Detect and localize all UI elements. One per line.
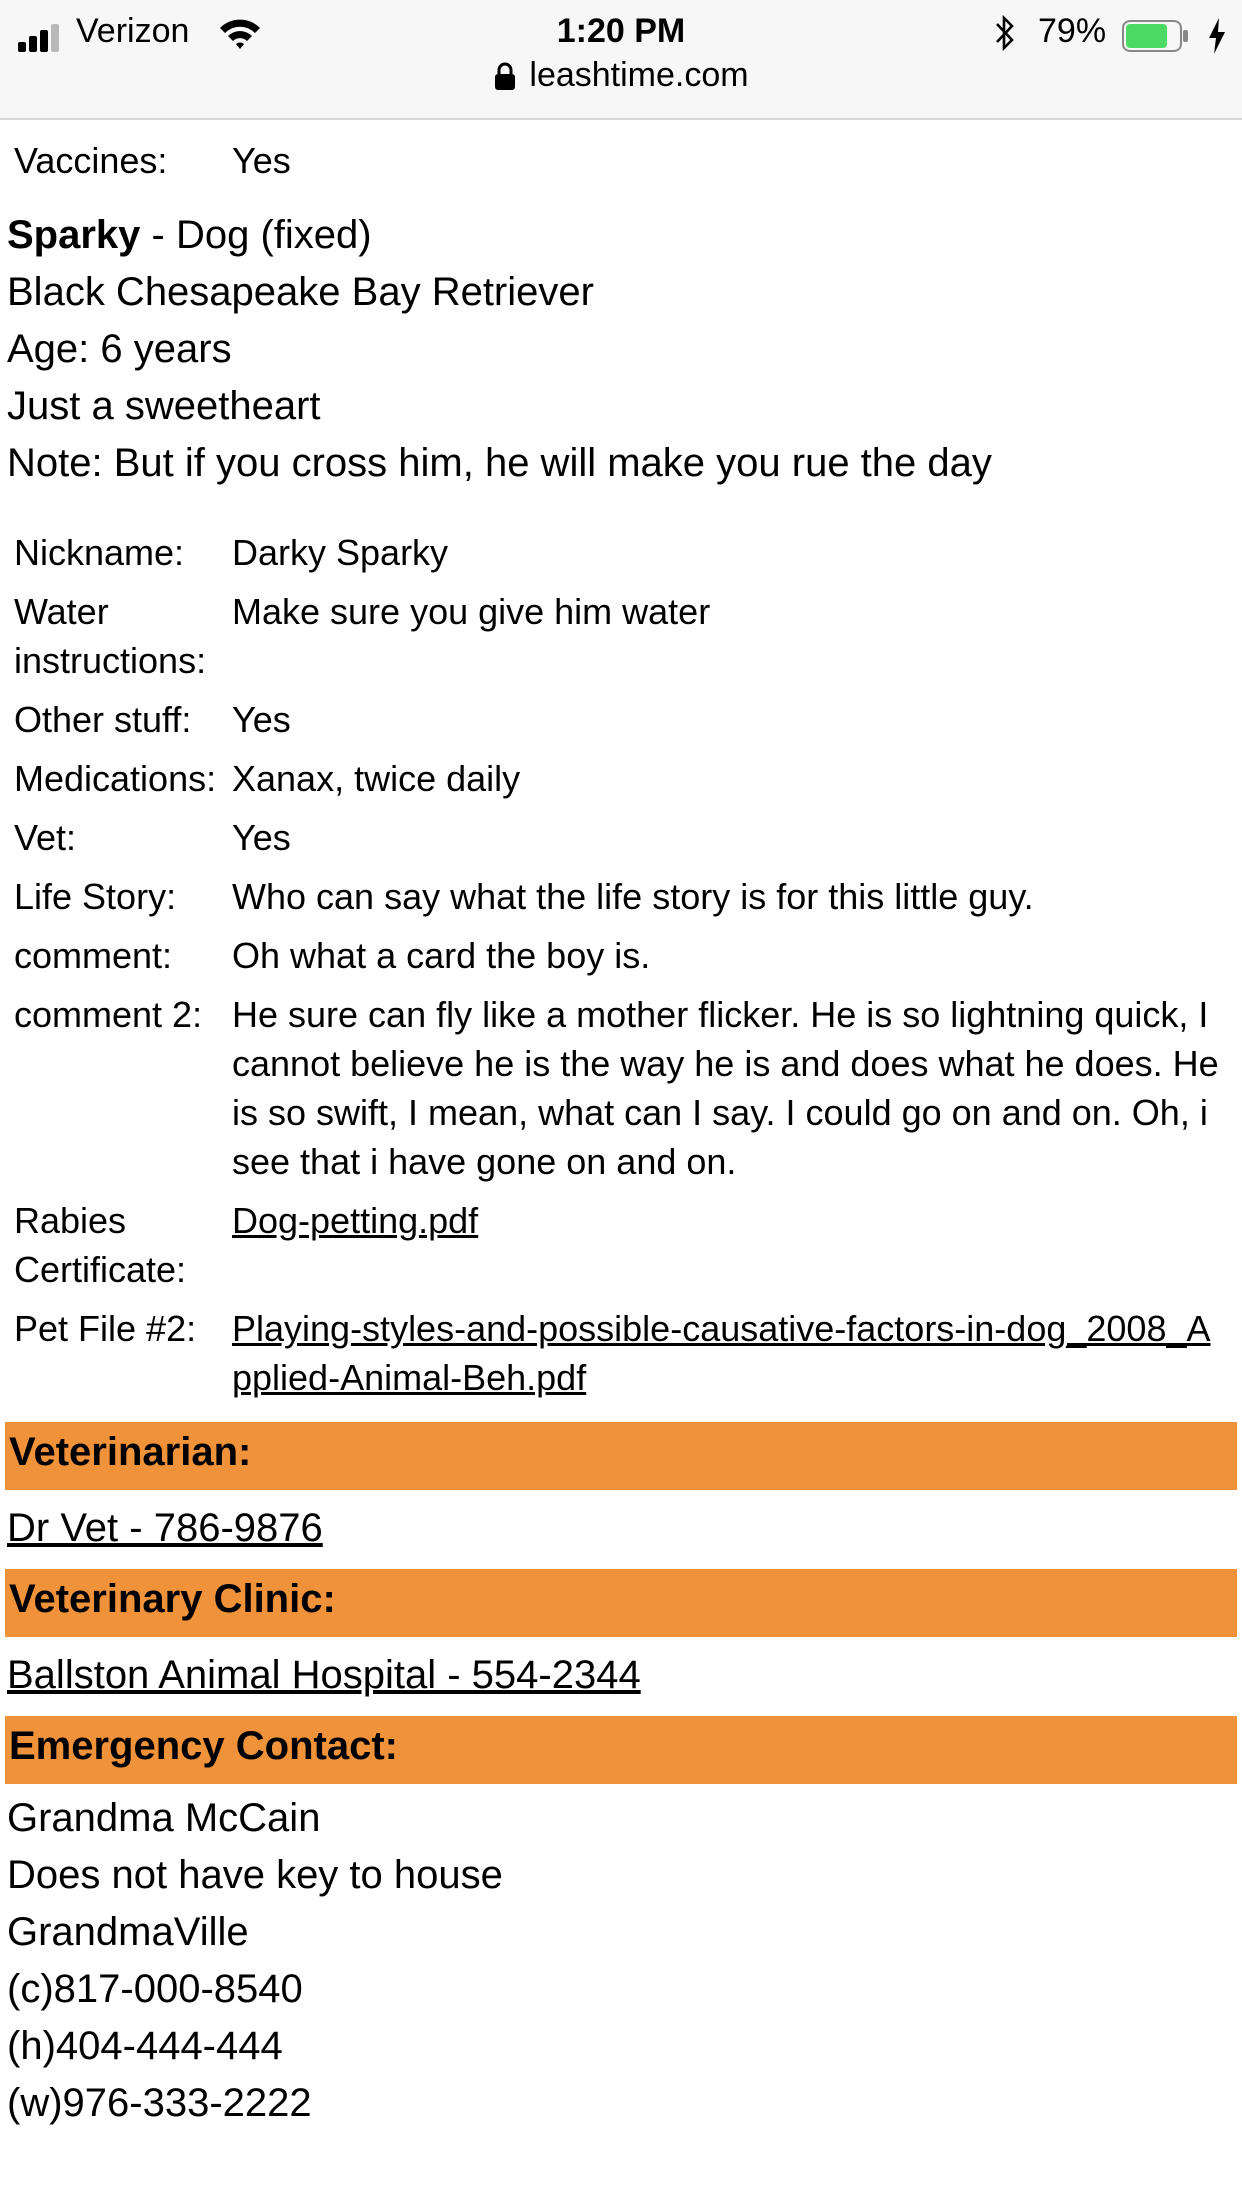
contact-name: Grandma McCain	[7, 1796, 321, 1840]
contact-phone-cell: (c)817-000-8540	[7, 1967, 303, 2011]
pet-name: Sparky	[7, 213, 141, 257]
veterinary-clinic-link[interactable]: Ballston Animal Hospital - 554-2344	[7, 1653, 641, 1697]
url-text[interactable]: leashtime.com	[529, 56, 748, 94]
veterinarian-link[interactable]: Dr Vet - 786-9876	[7, 1506, 323, 1550]
vaccines-value: Yes	[232, 140, 291, 181]
detail-value: Darky Sparky	[232, 532, 449, 573]
detail-value: Xanax, twice daily	[232, 758, 521, 799]
detail-label: Other stuff:	[14, 699, 192, 740]
detail-label: comment 2:	[14, 994, 203, 1035]
vaccines-row: Vaccines: Yes	[0, 136, 1242, 185]
pet-details-table: Nickname: Darky Sparky Water instruction…	[0, 528, 1242, 1402]
detail-value: Oh what a card the boy is.	[232, 935, 651, 976]
pet-summary: Sparky - Dog (fixed) Black Chesapeake Ba…	[0, 207, 1242, 492]
detail-label: Vet:	[14, 817, 77, 858]
pet-note: Note: But if you cross him, he will make…	[7, 441, 992, 485]
detail-label: Nickname:	[14, 532, 185, 573]
detail-label: comment:	[14, 935, 173, 976]
contact-note: Does not have key to house	[7, 1853, 503, 1897]
emergency-contact-details: Grandma McCain Does not have key to hous…	[0, 1790, 1242, 2132]
vaccines-label: Vaccines:	[14, 140, 168, 181]
contact-phone-work: (w)976-333-2222	[7, 2081, 312, 2125]
pet-description: Just a sweetheart	[7, 384, 321, 428]
emergency-contact-heading: Emergency Contact:	[5, 1716, 1237, 1784]
battery-icon	[1122, 20, 1188, 52]
detail-label: Pet File #2:	[14, 1308, 197, 1349]
detail-label: Rabies Certificate:	[14, 1200, 187, 1290]
contact-phone-home: (h)404-444-444	[7, 2024, 283, 2068]
browser-status-bar: Verizon 1:20 PM 79% leashtime.com	[0, 0, 1242, 120]
detail-value: Yes	[232, 817, 291, 858]
address-bar[interactable]: leashtime.com	[0, 56, 1242, 106]
detail-label: Life Story:	[14, 876, 177, 917]
charging-bolt-icon	[1209, 18, 1225, 54]
pet-breed: Black Chesapeake Bay Retriever	[7, 270, 594, 314]
page-content: Vaccines: Yes Sparky - Dog (fixed) Black…	[0, 120, 1242, 2132]
pet-file-2-link[interactable]: Playing-styles-and-possible-causative-fa…	[232, 1308, 1211, 1398]
pet-type: - Dog (fixed)	[140, 213, 372, 257]
detail-value: Make sure you give him water	[232, 591, 711, 632]
detail-label: Medications:	[14, 758, 217, 799]
veterinarian-heading: Veterinarian:	[5, 1422, 1237, 1490]
contact-location: GrandmaVille	[7, 1910, 249, 1954]
detail-value: Yes	[232, 699, 291, 740]
detail-value: Who can say what the life story is for t…	[232, 876, 1034, 917]
bluetooth-icon	[996, 14, 1014, 52]
detail-value: He sure can fly like a mother flicker. H…	[232, 994, 1219, 1182]
rabies-certificate-link[interactable]: Dog-petting.pdf	[232, 1200, 478, 1241]
lock-icon	[495, 62, 516, 90]
veterinary-clinic-heading: Veterinary Clinic:	[5, 1569, 1237, 1637]
pet-age: Age: 6 years	[7, 327, 232, 371]
battery-percent: 79%	[1038, 12, 1107, 50]
detail-label: Water instructions:	[14, 591, 207, 681]
